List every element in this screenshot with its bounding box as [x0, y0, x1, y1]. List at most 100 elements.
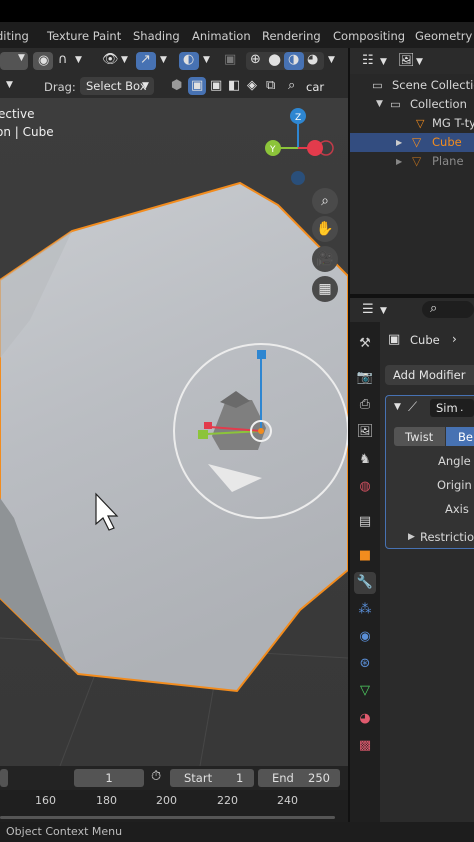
- gizmo-x-handle[interactable]: [204, 422, 212, 429]
- origin-label: Origin: [437, 478, 472, 492]
- mesh-icon: ▽: [412, 135, 422, 149]
- tab-shading[interactable]: Shading: [133, 29, 180, 43]
- camera-view-button[interactable]: 🎥: [312, 246, 338, 272]
- expand-arrow-icon[interactable]: ▶: [396, 133, 402, 152]
- outliner-panel: ☷ ▼ 🖼 ▼ ▭ Scene Collection ▼ ▭ Collectio…: [350, 48, 474, 294]
- outliner-row-scene-collection[interactable]: ▭ Scene Collection: [350, 76, 474, 95]
- chevron-right-icon: ›: [452, 332, 457, 346]
- tab-view-layer[interactable]: 🖼: [354, 421, 376, 443]
- add-modifier-button[interactable]: Add Modifier: [385, 365, 474, 385]
- select-mode-dropdown[interactable]: Select Box ▼: [80, 77, 154, 95]
- 3d-viewport[interactable]: Z Y ective on | Cube ⌕ ✋ 🎥 ▦: [0, 98, 348, 766]
- stopwatch-icon[interactable]: ⏱: [151, 769, 161, 784]
- mode-twist-button[interactable]: Twist: [394, 427, 445, 446]
- expand-arrow-icon[interactable]: ▶: [396, 152, 402, 171]
- tab-world[interactable]: ◍: [354, 476, 376, 498]
- select-invert-icon[interactable]: ◈: [247, 79, 257, 92]
- chevron-down-icon: ▼: [142, 81, 149, 91]
- perspective-toggle-button[interactable]: ▦: [312, 276, 338, 302]
- restrictions-label[interactable]: Restriction: [420, 530, 474, 544]
- outliner-row-label: Cube: [432, 135, 462, 149]
- tab-modifiers[interactable]: 🔧: [354, 572, 376, 594]
- tab-rendering[interactable]: Rendering: [262, 29, 321, 43]
- overlays-icon: ◐: [183, 52, 195, 67]
- render-icon: 📷: [356, 370, 374, 385]
- tab-data[interactable]: ▽: [354, 680, 376, 702]
- view-layer-icon: 🖼: [356, 424, 374, 439]
- modifier-name-field[interactable]: Sim .: [430, 399, 474, 417]
- expand-arrow-icon[interactable]: ▶: [408, 532, 415, 542]
- tab-texture-paint[interactable]: Texture Paint: [47, 29, 121, 43]
- pan-view-button[interactable]: ✋: [312, 216, 338, 242]
- select-intersect-icon[interactable]: ⧉: [266, 79, 275, 92]
- select-mode-label: Select Box: [86, 79, 147, 93]
- outliner-row-cube[interactable]: ▶ ▽ Cube: [350, 133, 474, 152]
- outliner-row-mg-t-typ[interactable]: ▽ MG T-typ: [350, 114, 474, 133]
- status-text: Object Context Menu: [6, 825, 123, 838]
- nav-neg-z-ball[interactable]: [291, 171, 305, 185]
- modifier-panel: ▼ ⟋ Sim . Twist Be Angle Origin Axis ▶ R…: [385, 395, 474, 549]
- tab-texture[interactable]: ▩: [354, 735, 376, 757]
- visibility-eye-icon[interactable]: 👁: [102, 53, 119, 66]
- tab-constraints[interactable]: ⊛: [354, 653, 376, 675]
- proportional-edit-icon[interactable]: ∩: [58, 53, 68, 66]
- tab-compositing[interactable]: Compositing: [333, 29, 405, 43]
- collection-icon: ▭: [390, 97, 401, 111]
- chevron-down-icon: ▼: [380, 306, 387, 316]
- scene-icon: ♞: [359, 452, 371, 467]
- properties-search-field[interactable]: ⌕: [422, 301, 474, 318]
- xray-icon[interactable]: ▣: [224, 53, 236, 66]
- select-subtract-icon[interactable]: ◧: [228, 79, 240, 92]
- playback-controls-stub[interactable]: [0, 769, 8, 787]
- collapse-arrow-icon[interactable]: ▼: [394, 402, 401, 412]
- solid-shading-icon[interactable]: ●: [268, 52, 281, 67]
- outliner-row-label: Collection: [410, 97, 467, 111]
- gizmo-y-handle[interactable]: [198, 430, 208, 439]
- wireframe-shading-icon[interactable]: ⊕: [250, 53, 261, 66]
- tab-animation[interactable]: Animation: [192, 29, 251, 43]
- editor-type-icon[interactable]: ☰: [362, 302, 374, 317]
- mode-bend-button[interactable]: Be: [446, 427, 474, 446]
- tab-geometry-nodes[interactable]: Geometry N: [415, 29, 474, 43]
- object-mode-icon[interactable]: ⬢: [171, 79, 182, 92]
- tab-particles[interactable]: ⁂: [354, 599, 376, 621]
- tab-material[interactable]: ◕: [354, 708, 376, 730]
- tab-modeling[interactable]: diting: [0, 29, 29, 43]
- tab-scene[interactable]: ♞: [354, 449, 376, 471]
- tab-collection[interactable]: ▤: [354, 511, 376, 533]
- outliner-row-label: Scene Collection: [392, 78, 474, 92]
- nav-y-label: Y: [269, 145, 276, 155]
- collection-box-icon: ▤: [358, 514, 372, 529]
- zoom-view-button[interactable]: ⌕: [312, 188, 338, 214]
- search-input[interactable]: car: [306, 80, 324, 94]
- chevron-down-icon: ▼: [328, 55, 335, 65]
- nav-x-ball[interactable]: [307, 140, 323, 156]
- timeline-scrollbar[interactable]: [0, 816, 335, 819]
- outliner-display-mode-icon[interactable]: ☷: [362, 53, 374, 68]
- chevron-down-icon: ▼: [18, 53, 25, 63]
- tab-tool[interactable]: ⚒: [354, 333, 376, 355]
- world-icon: ◍: [359, 479, 371, 494]
- tab-output[interactable]: ⎙: [354, 394, 376, 416]
- outliner-filter-icon[interactable]: 🖼: [398, 53, 415, 68]
- end-frame-field[interactable]: End 250: [258, 769, 340, 787]
- select-extend-icon[interactable]: ▣: [210, 79, 222, 92]
- gizmo-z-handle[interactable]: [257, 350, 266, 359]
- timeline-tick: 240: [277, 794, 298, 807]
- end-label: End: [272, 771, 294, 785]
- outliner-row-collection[interactable]: ▼ ▭ Collection: [350, 95, 474, 114]
- tab-physics[interactable]: ◉: [354, 626, 376, 648]
- chevron-down-icon: ▼: [75, 55, 82, 65]
- outliner-row-plane[interactable]: ▶ ▽ Plane: [350, 152, 474, 171]
- drag-label: Drag:: [44, 80, 76, 94]
- tab-render[interactable]: 📷: [354, 367, 376, 389]
- nav-z-label: Z: [295, 113, 301, 123]
- start-frame-field[interactable]: Start 1: [170, 769, 254, 787]
- rendered-shading-icon[interactable]: ◕: [307, 53, 318, 66]
- search-icon: ⌕: [288, 78, 296, 93]
- current-frame-field[interactable]: 1: [74, 769, 144, 787]
- current-frame-value: 1: [105, 771, 113, 785]
- timeline-tick: 160: [35, 794, 56, 807]
- expand-arrow-icon[interactable]: ▼: [376, 95, 383, 114]
- tab-object[interactable]: ■: [354, 545, 376, 567]
